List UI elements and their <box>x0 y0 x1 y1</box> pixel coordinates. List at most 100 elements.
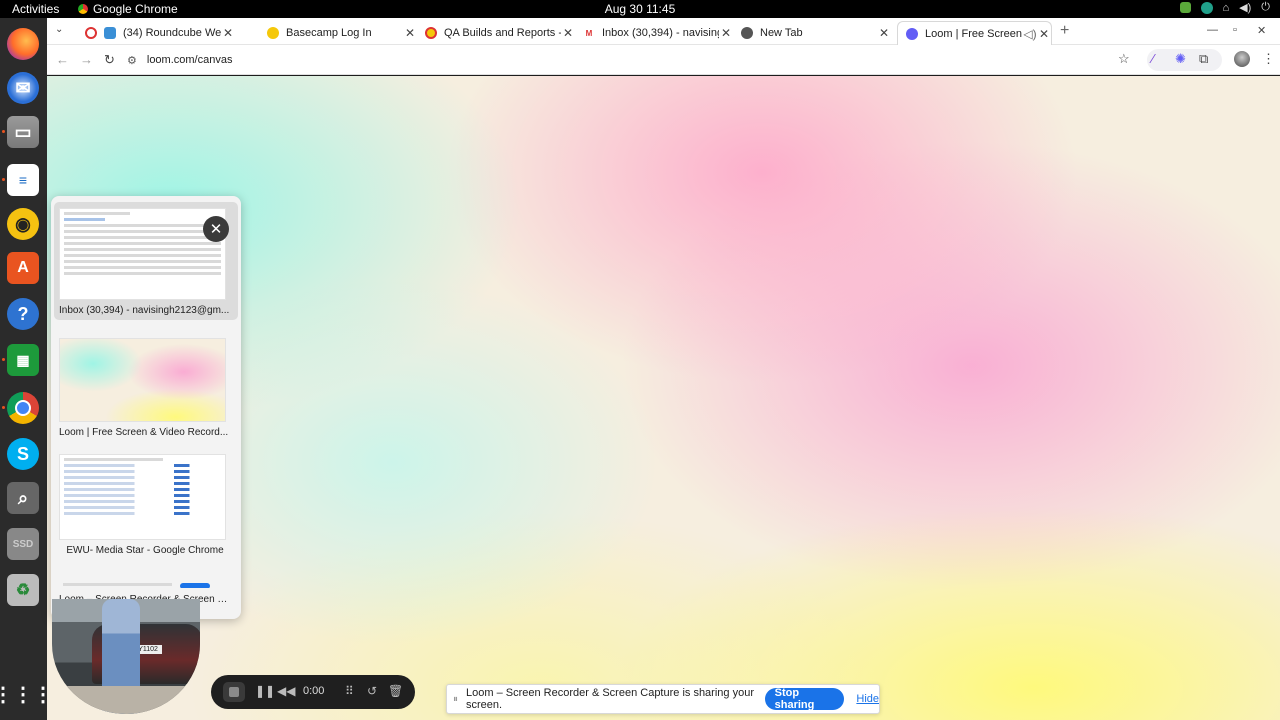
forward-arrow-icon[interactable]: → <box>80 52 93 67</box>
close-tab-icon[interactable]: ✕ <box>221 26 235 40</box>
sharing-message: Loom – Screen Recorder & Screen Capture … <box>466 687 754 711</box>
tray-sync-icon[interactable] <box>1200 1 1213 14</box>
basecamp-favicon-icon <box>267 27 279 39</box>
show-apps-icon[interactable]: ⋮⋮⋮ <box>0 678 53 710</box>
tab-title: (34) Roundcube Webmail <box>123 27 221 39</box>
browser-toolbar: ← → ↻ ⚙ loom.com/canvas ☆ ∕ ✺ ⧉ ⋮ <box>47 45 1280 75</box>
picker-item-loom[interactable]: Loom | Free Screen & Video Record... <box>54 334 238 444</box>
extensions-puzzle-icon[interactable]: ⧉ <box>1199 51 1208 67</box>
window-thumbnail <box>59 454 226 540</box>
firefox-icon[interactable] <box>7 28 39 60</box>
minimize-icon[interactable]: — <box>1207 24 1218 36</box>
ssd-drive-icon[interactable]: SSD <box>7 528 39 560</box>
running-indicator <box>2 178 5 181</box>
loom-extension-icon[interactable]: ✺ <box>1175 51 1186 67</box>
gmail-favicon-icon: M <box>583 27 595 39</box>
close-tab-icon[interactable]: ✕ <box>877 26 891 40</box>
tab-roundcube[interactable]: (34) Roundcube Webmail ✕ <box>77 21 235 45</box>
calc-icon[interactable]: ▦ <box>7 344 39 376</box>
site-info-icon[interactable]: ⚙ <box>127 54 137 67</box>
recording-icon <box>85 27 97 39</box>
app-menu[interactable]: Google Chrome <box>78 2 178 16</box>
delete-icon[interactable]: 🗑 <box>388 684 403 698</box>
hide-link[interactable]: Hide <box>856 693 879 705</box>
tab-title: Loom | Free Screen & <box>925 27 1023 40</box>
window-thumbnail <box>59 208 226 300</box>
chrome-favicon-icon <box>741 27 753 39</box>
menu-kebab-icon[interactable]: ⋮ <box>1262 51 1275 67</box>
tab-new-tab[interactable]: New Tab ✕ <box>733 21 891 45</box>
picker-item-label: Loom | Free Screen & Video Record... <box>59 427 229 438</box>
power-icon[interactable]: ⏻ <box>1261 1 1270 14</box>
rhythmbox-icon[interactable]: ◉ <box>7 208 39 240</box>
drag-handle-icon[interactable]: ⏸ <box>453 694 458 705</box>
tab-search-chevron-icon[interactable]: ⌄ <box>55 24 63 35</box>
audio-playing-icon[interactable]: ◁) <box>1023 27 1037 41</box>
restore-icon[interactable]: ▫ <box>1233 24 1237 36</box>
tray-app-icon[interactable] <box>1179 2 1191 13</box>
chrome-icon[interactable] <box>7 392 39 424</box>
profile-avatar[interactable] <box>1234 51 1250 67</box>
screen-sharing-bar: ⏸ Loom – Screen Recorder & Screen Captur… <box>446 684 880 714</box>
app-center-icon[interactable]: A <box>7 252 39 284</box>
window-picker: ✕ Inbox (30,394) - navisingh2123@gm... L… <box>51 196 241 619</box>
volume-icon[interactable]: ◀) <box>1239 1 1251 14</box>
close-window-icon[interactable]: ✕ <box>1257 24 1266 37</box>
recording-controls: ❚❚ ◀◀ 0:00 ⠿ ↺ 🗑 <box>211 675 415 709</box>
close-icon[interactable]: ✕ <box>203 216 229 242</box>
camera-ground <box>52 686 200 714</box>
new-tab-plus-icon[interactable]: + <box>1060 22 1069 40</box>
activities-button[interactable]: Activities <box>12 2 59 16</box>
gnome-top-bar: Activities Google Chrome Aug 30 11:45 ⌂ … <box>0 0 1280 18</box>
tab-basecamp[interactable]: Basecamp Log In ✕ <box>259 21 417 45</box>
running-indicator <box>2 358 5 361</box>
running-indicator <box>2 406 5 409</box>
thunderbird-icon[interactable]: ✉ <box>7 72 39 104</box>
stop-icon <box>229 687 239 697</box>
camera-bubble[interactable]: AY1102 <box>52 599 200 714</box>
reload-icon[interactable]: ↻ <box>104 52 115 68</box>
rewind-icon[interactable]: ◀◀ <box>277 684 295 698</box>
system-tray[interactable]: ⌂ ◀) ⏻ <box>1179 1 1270 14</box>
picker-item-ewu[interactable]: EWU- Media Star - Google Chrome <box>54 450 238 562</box>
clock[interactable]: Aug 30 11:45 <box>605 2 676 16</box>
close-tab-icon[interactable]: ✕ <box>1037 27 1051 41</box>
restart-icon[interactable]: ↺ <box>367 684 377 698</box>
recording-timer: 0:00 <box>303 685 325 697</box>
tab-loom[interactable]: Loom | Free Screen & ◁) ✕ <box>897 21 1052 45</box>
skype-icon[interactable]: S <box>7 438 39 470</box>
pause-icon[interactable]: ❚❚ <box>255 684 275 698</box>
drawing-tools-icon[interactable]: ⠿ <box>345 684 354 698</box>
tab-strip: ⌄ (34) Roundcube Webmail ✕ Basecamp Log … <box>47 18 1280 45</box>
screenshot-icon[interactable]: ⌕ <box>7 482 39 514</box>
window-thumbnail <box>59 338 226 422</box>
bookmark-star-icon[interactable]: ☆ <box>1118 51 1130 67</box>
pen-extension-icon[interactable]: ∕ <box>1152 51 1154 66</box>
stop-recording-button[interactable] <box>223 682 245 702</box>
picker-item-label: EWU- Media Star - Google Chrome <box>66 545 224 556</box>
tab-title: Basecamp Log In <box>286 27 372 39</box>
trash-icon[interactable]: ♻ <box>7 574 39 606</box>
ssd-label: SSD <box>12 538 34 550</box>
picker-item-label: Inbox (30,394) - navisingh2123@gm... <box>59 305 230 316</box>
qa-favicon-icon <box>425 27 437 39</box>
network-icon[interactable]: ⌂ <box>1223 2 1230 14</box>
close-tab-icon[interactable]: ✕ <box>561 26 575 40</box>
help-icon[interactable]: ? <box>7 298 39 330</box>
writer-icon[interactable]: ≡ <box>7 164 39 196</box>
address-bar[interactable]: ⚙ loom.com/canvas <box>127 49 1127 71</box>
close-tab-icon[interactable]: ✕ <box>719 26 733 40</box>
loom-favicon-icon <box>906 27 918 40</box>
back-arrow-icon[interactable]: ← <box>56 52 69 67</box>
files-icon[interactable]: ▭ <box>7 116 39 148</box>
running-indicator <box>2 130 5 133</box>
tab-title: New Tab <box>760 27 803 39</box>
roundcube-favicon-icon <box>104 27 116 39</box>
chrome-app-icon <box>78 4 88 14</box>
close-tab-icon[interactable]: ✕ <box>403 26 417 40</box>
tab-gmail-inbox[interactable]: M Inbox (30,394) - navising ✕ <box>575 21 733 45</box>
window-thumbnail <box>59 576 226 588</box>
tab-qa-builds[interactable]: QA Builds and Reports - ✕ <box>417 21 575 45</box>
stop-sharing-button[interactable]: Stop sharing <box>764 687 845 711</box>
picker-item-inbox[interactable]: ✕ Inbox (30,394) - navisingh2123@gm... <box>54 202 238 320</box>
